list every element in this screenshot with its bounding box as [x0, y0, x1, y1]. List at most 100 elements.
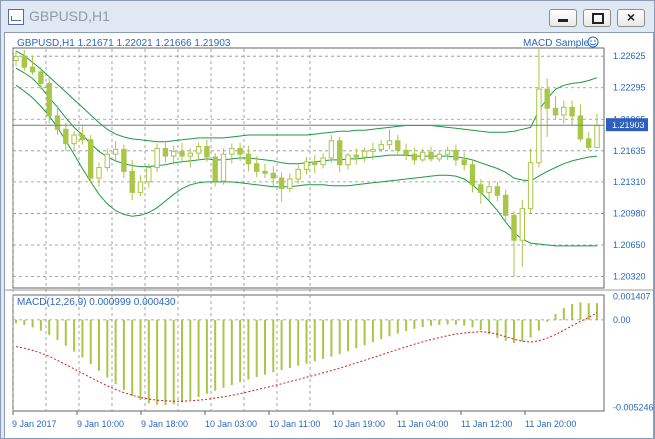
candlestick: [469, 164, 476, 186]
candlestick: [146, 167, 152, 183]
candlestick: [104, 153, 110, 169]
candlestick: [287, 178, 293, 190]
maximize-button[interactable]: [583, 9, 611, 27]
candlestick: [270, 172, 277, 179]
candlestick: [536, 88, 542, 164]
candlestick: [121, 148, 127, 172]
candlestick: [278, 177, 285, 190]
candlestick: [503, 194, 509, 216]
time-axis-label: 11 Jan 20:00: [525, 419, 576, 429]
chart-window: GBPUSD,H1 × 1.21903 1.22625 1.22295 1.2196…: [0, 0, 655, 439]
candlestick: [129, 170, 135, 193]
candlestick: [453, 149, 459, 161]
upper-band-line: [15, 50, 598, 143]
candlestick: [312, 161, 318, 166]
price-chart[interactable]: 1.21903 1.226251.222951.219651.216351.21…: [5, 33, 653, 438]
candlestick: [320, 157, 326, 166]
candlestick: [187, 152, 194, 157]
macd-axis-label: 0.001407: [613, 291, 651, 301]
price-chart-title: GBPUSD,H1 1.21671 1.22021 1.21666 1.2190…: [17, 38, 231, 49]
macd-axis-label: -0.005246: [613, 402, 653, 412]
candlestick: [494, 186, 501, 196]
chart-window-icon: [8, 9, 24, 25]
candlestick: [204, 146, 210, 158]
time-axis-label: 10 Jan 19:00: [333, 419, 385, 429]
candlestick: [370, 148, 376, 152]
time-axis-label: 11 Jan 04:00: [397, 419, 448, 429]
candlestick: [444, 149, 451, 155]
candlestick: [88, 139, 94, 179]
candlestick: [361, 150, 368, 158]
candlestick: [436, 153, 443, 160]
candlestick: [552, 107, 559, 116]
candlestick: [594, 124, 600, 148]
candlestick: [112, 148, 119, 155]
candlestick: [337, 140, 343, 166]
price-axis-label: 1.20650: [613, 240, 646, 250]
candlestick: [345, 154, 351, 166]
time-axis-label: 9 Jan 18:00: [141, 419, 188, 429]
candlestick: [420, 151, 426, 161]
candlestick: [220, 153, 227, 182]
candlestick: [411, 153, 418, 161]
candlestick: [54, 115, 61, 130]
smiley-eye-right: [594, 40, 596, 42]
chart-frame[interactable]: 1.21903 1.22625 1.22295 1.21965 1.21635 1.21…: [4, 32, 654, 439]
candlestick: [295, 168, 301, 180]
candlestick: [237, 147, 243, 155]
candlestick: [154, 147, 160, 169]
price-axis-label: 1.20980: [613, 208, 646, 218]
candlestick: [586, 138, 592, 148]
candlestick: [79, 134, 86, 141]
close-icon: ×: [626, 9, 636, 25]
macd-title: MACD(12,26,9) 0.000999 0.000430: [17, 297, 176, 308]
candlestick: [395, 140, 401, 151]
candlestick: [577, 115, 584, 140]
price-axis-label: 1.22625: [613, 51, 646, 61]
candlestick: [519, 208, 525, 241]
candlestick: [171, 150, 177, 157]
candlestick: [428, 151, 434, 160]
minimize-icon: [558, 19, 568, 22]
expert-advisor-label: MACD Sample: [523, 38, 590, 49]
candlestick: [353, 154, 360, 158]
candlestick: [179, 150, 185, 157]
maximize-icon: [592, 13, 604, 24]
close-button[interactable]: ×: [617, 9, 645, 27]
candlestick: [195, 146, 202, 154]
candlestick: [162, 147, 169, 157]
smiley-icon: [587, 36, 599, 48]
candlestick: [63, 128, 69, 145]
candlestick: [229, 147, 235, 155]
candlestick: [137, 181, 144, 193]
candlestick: [71, 134, 77, 145]
candlestick: [478, 184, 484, 193]
candlestick: [561, 106, 567, 116]
candlestick: [511, 214, 517, 241]
candlestick: [245, 153, 252, 165]
smiley-mouth: [589, 43, 597, 46]
time-axis-label: 9 Jan 2017: [12, 419, 57, 429]
candlestick: [544, 88, 550, 109]
candlestick: [262, 170, 268, 174]
candlestick: [303, 161, 310, 170]
price-axis-label: 1.21310: [613, 177, 646, 187]
candlestick: [527, 162, 534, 210]
candlestick: [212, 156, 218, 182]
macd-axis-label: 0.00: [613, 315, 631, 325]
candlestick: [254, 163, 260, 172]
candlestick: [96, 167, 102, 179]
time-axis-label: 10 Jan 11:00: [269, 419, 320, 429]
minimize-button[interactable]: [549, 9, 577, 27]
time-axis-label: 11 Jan 12:00: [461, 419, 512, 429]
time-axis-label: 10 Jan 03:00: [205, 419, 257, 429]
candlestick: [46, 82, 52, 117]
candlestick: [328, 140, 335, 159]
candlestick: [486, 186, 492, 193]
candlestick: [21, 56, 28, 68]
candlestick: [386, 140, 393, 146]
macd-plot-border: [12, 294, 605, 412]
candlestick: [378, 144, 384, 150]
title-bar[interactable]: GBPUSD,H1 ×: [1, 1, 654, 31]
candlestick: [13, 56, 19, 61]
